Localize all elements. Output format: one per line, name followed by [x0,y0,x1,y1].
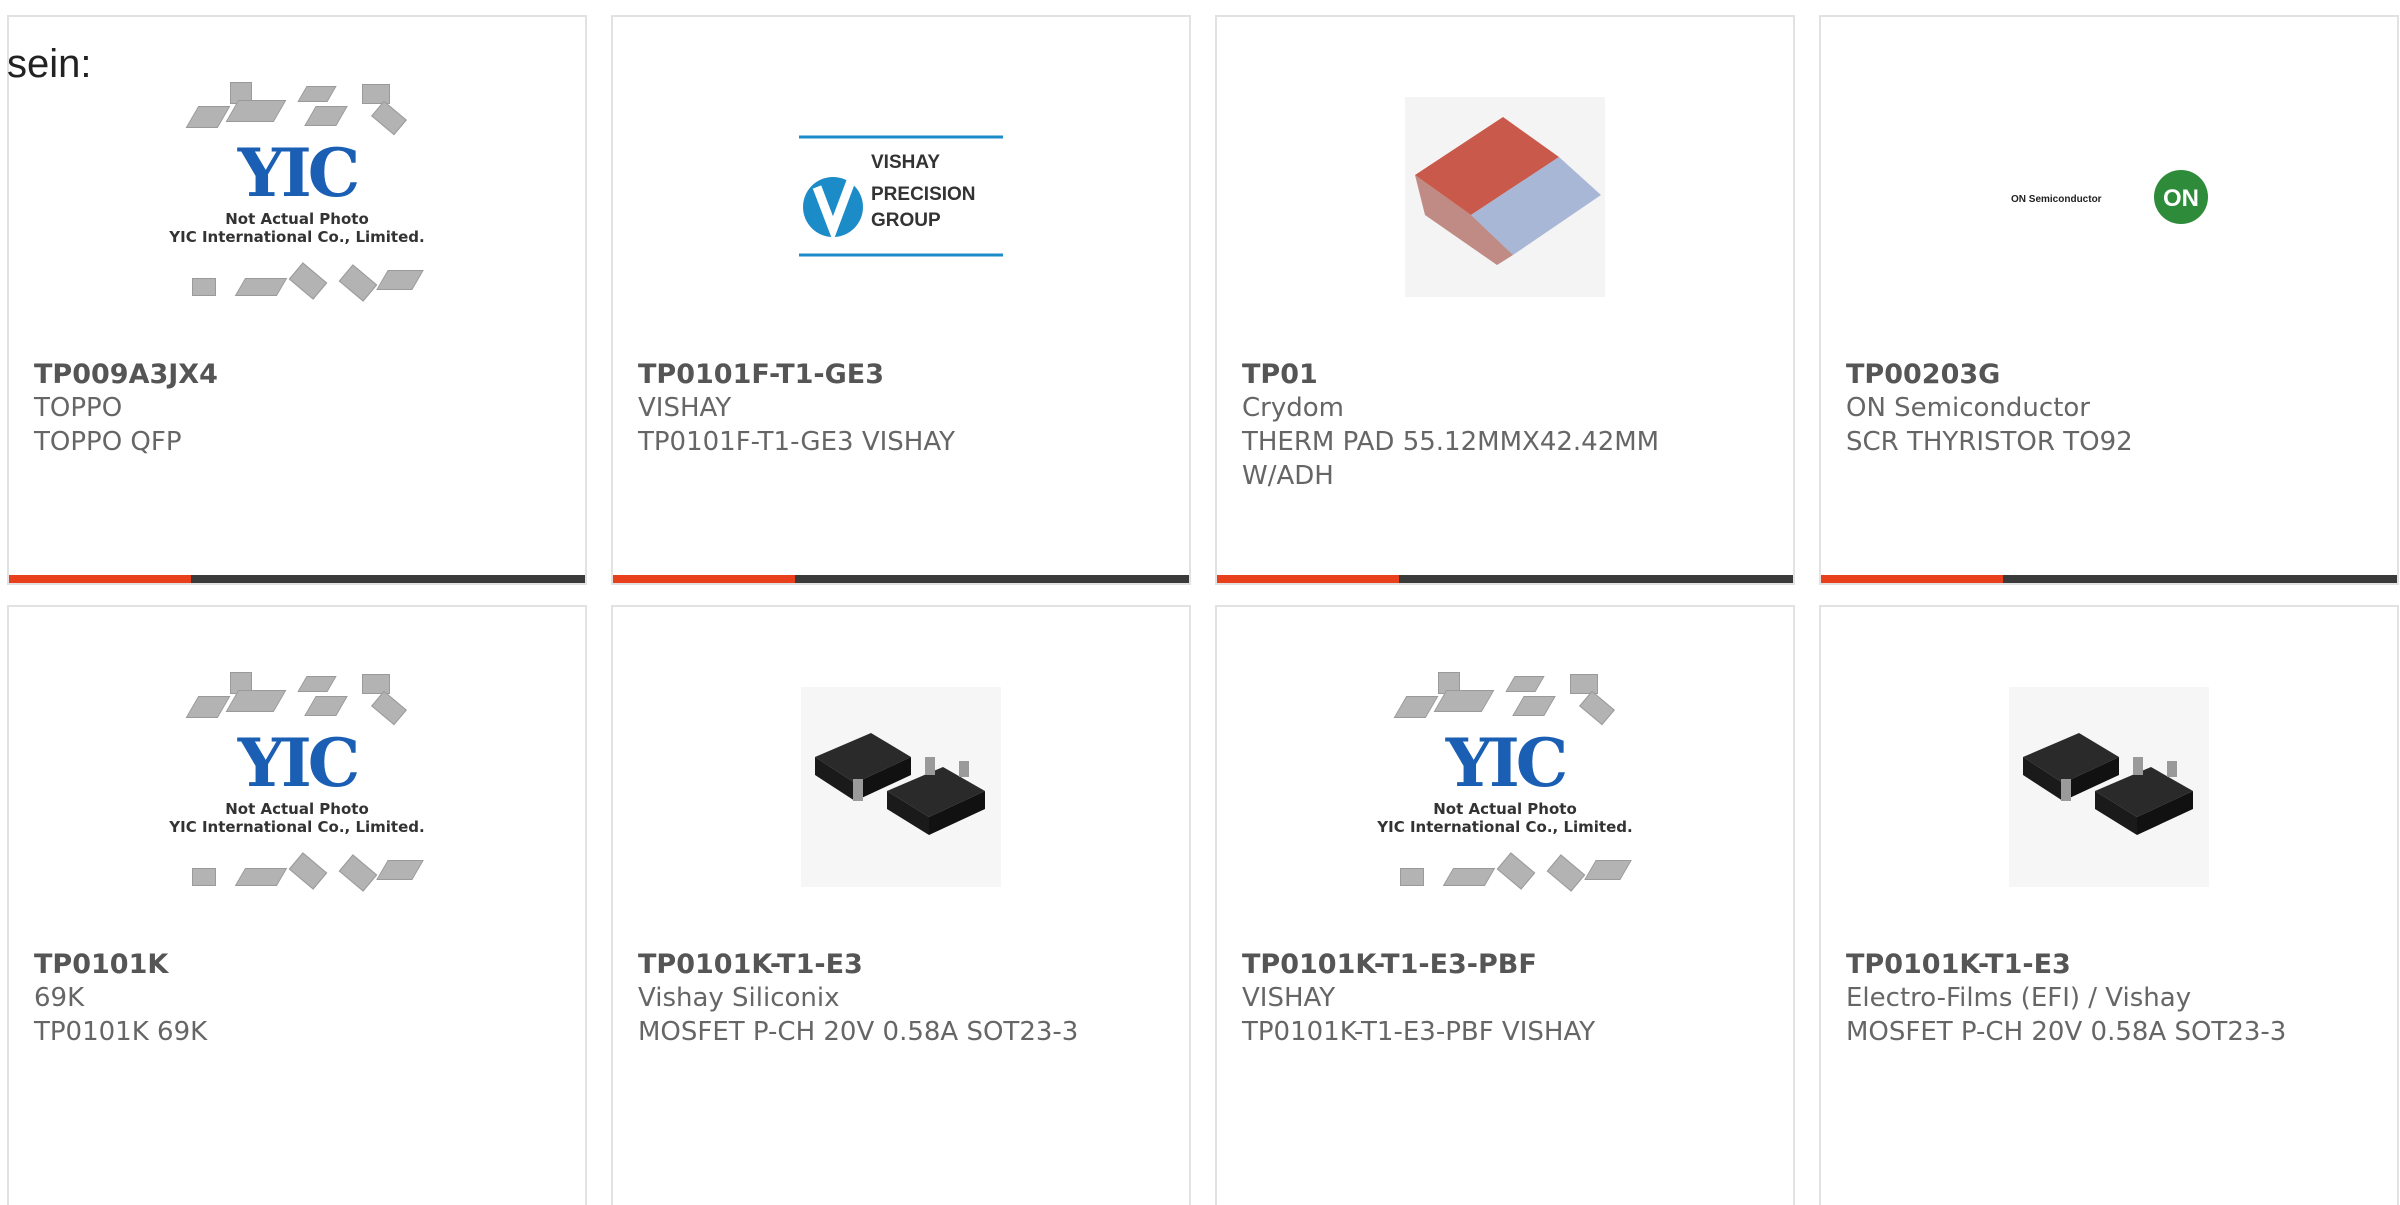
card-bar [1217,575,1793,583]
product-card[interactable]: YIC Not Actual Photo YIC International Co… [1215,605,1795,1205]
product-image[interactable]: YIC Not Actual Photo YIC International Co… [9,672,585,897]
product-card[interactable]: TP0101K-T1-E3 Vishay Siliconix MOSFET P-… [611,605,1191,1205]
card-bar [9,575,585,583]
manufacturer: Electro-Films (EFI) / Vishay [1846,983,2192,1013]
product-image[interactable]: VISHAY PRECISION GROUP [613,87,1189,307]
description: TP0101K 69K [34,1017,208,1047]
card-bar-accent [1217,575,1399,583]
description: TP0101K-T1-E3-PBF VISHAY [1242,1017,1596,1047]
placeholder-image: YIC Not Actual Photo YIC International Co… [162,672,432,902]
description: SCR THYRISTOR TO92 [1846,427,2133,457]
svg-text:PRECISION: PRECISION [871,184,976,205]
sot23-chip-image [2009,687,2209,887]
placeholder-image: YIC Not Actual Photo YIC International Co… [162,82,432,312]
manufacturer: VISHAY [1242,983,1336,1013]
card-bar-accent [613,575,795,583]
product-card[interactable]: TP0101K-T1-E3 Electro-Films (EFI) / Vish… [1819,605,2399,1205]
sot23-chip-image [801,687,1001,887]
card-bar [613,575,1189,583]
product-image[interactable]: ON Semiconductor ON [1821,87,2397,307]
part-number[interactable]: TP0101K-T1-E3 [1846,948,2296,981]
product-card[interactable]: TP01 Crydom THERM PAD 55.12MMX42.42MM W/… [1215,15,1795,585]
description: MOSFET P-CH 20V 0.58A SOT23-3 [638,1017,1079,1047]
description: THERM PAD 55.12MMX42.42MM W/ADH [1242,427,1660,491]
product-card[interactable]: VISHAY PRECISION GROUP TP0101F-T1-GE3 VI… [611,15,1191,585]
part-number[interactable]: TP00203G [1846,358,2296,391]
manufacturer: Vishay Siliconix [638,983,840,1013]
product-card[interactable]: YIC Not Actual Photo YIC International Co… [7,15,587,585]
svg-text:VISHAY: VISHAY [871,152,940,173]
manufacturer: ON Semiconductor [1846,393,2090,423]
description: TP0101F-T1-GE3 VISHAY [638,427,955,457]
manufacturer: 69K [34,983,85,1013]
part-number[interactable]: TP01 [1242,358,1692,391]
thermal-pad-image [1405,97,1605,297]
on-semi-logo: ON Semiconductor ON [2011,170,2208,224]
card-bar [1821,575,2397,583]
svg-text:ON: ON [2163,185,2199,212]
part-number[interactable]: TP0101K-T1-E3-PBF [1242,948,1692,981]
manufacturer: Crydom [1242,393,1344,423]
product-image[interactable] [1821,677,2397,897]
product-image[interactable]: YIC Not Actual Photo YIC International Co… [9,82,585,307]
part-number[interactable]: TP0101F-T1-GE3 [638,358,1088,391]
description: TOPPO QFP [34,427,182,457]
product-image[interactable] [1217,87,1793,307]
product-image[interactable] [613,677,1189,897]
card-bar-accent [1821,575,2003,583]
yic-logo: YIC [237,724,361,802]
part-number[interactable]: TP0101K-T1-E3 [638,948,1088,981]
part-number[interactable]: TP009A3JX4 [34,358,484,391]
yic-logo: YIC [237,134,361,212]
card-bar-accent [9,575,191,583]
manufacturer: TOPPO [34,393,123,423]
placeholder-image: YIC Not Actual Photo YIC International Co… [1370,672,1640,902]
product-card[interactable]: ON Semiconductor ON TP00203G ON Semicond… [1819,15,2399,585]
product-image[interactable]: YIC Not Actual Photo YIC International Co… [1217,672,1793,897]
yic-logo: YIC [1445,724,1569,802]
vishay-logo: VISHAY PRECISION GROUP [799,135,1003,257]
part-number[interactable]: TP0101K [34,948,484,981]
description: MOSFET P-CH 20V 0.58A SOT23-3 [1846,1017,2287,1047]
svg-text:ON Semiconductor: ON Semiconductor [2011,194,2102,205]
product-card[interactable]: YIC Not Actual Photo YIC International Co… [7,605,587,1205]
intro-text: sein: [7,42,92,86]
svg-text:GROUP: GROUP [871,210,941,231]
manufacturer: VISHAY [638,393,732,423]
